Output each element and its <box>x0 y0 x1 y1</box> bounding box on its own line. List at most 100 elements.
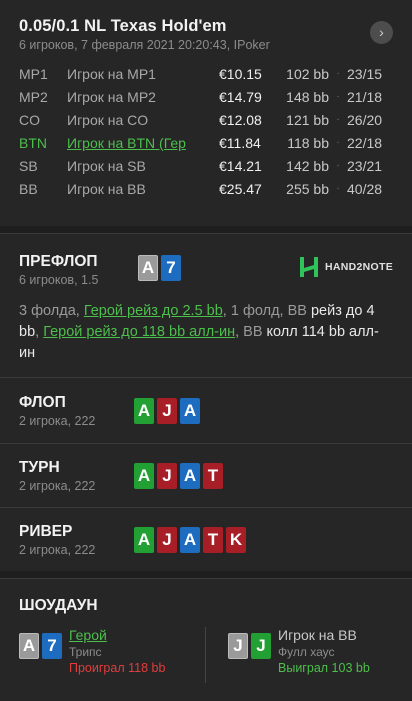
board-card: A <box>180 462 200 489</box>
hero-hand-rank: Трипс <box>69 645 102 659</box>
board-card: J <box>157 397 177 424</box>
player-name: Игрок на SB <box>67 157 146 174</box>
turn-section: ТУРН 2 игрока, 222 AJAT <box>0 443 412 507</box>
villain-showdown: JJ Игрок на BB Фулл хаус Выиграл 103 bb <box>228 627 370 683</box>
player-stack-bb: 142 bb <box>286 157 329 174</box>
player-row[interactable]: SB Игрок на SB €14.21 142 bb · 23/21 <box>19 154 393 177</box>
player-row[interactable]: MP1 Игрок на MP1 €10.15 102 bb · 23/15 <box>19 62 393 85</box>
player-stack-bb: 121 bb <box>286 111 329 128</box>
board-card: A <box>134 397 154 424</box>
player-stack: €12.08 <box>219 111 262 128</box>
player-name: Игрок на MP2 <box>67 88 156 105</box>
hand2note-logo[interactable]: HAND2NOTE <box>299 256 393 278</box>
hero-action: Герой рейз до 118 bb алл-ин <box>43 324 236 340</box>
preflop-subtitle: 6 игроков, 1.5 <box>19 273 99 287</box>
river-subtitle: 2 игрока, 222 <box>19 542 96 557</box>
board-card: A <box>180 397 200 424</box>
separator-dot: · <box>336 68 340 79</box>
river-section: РИВЕР 2 игрока, 222 AJATK <box>0 507 412 571</box>
hand2note-label: HAND2NOTE <box>324 261 393 273</box>
showdown-title: ШОУДАУН <box>19 597 98 614</box>
hero-result: Проиграл 118 bb <box>69 661 166 675</box>
board-card: A <box>134 526 154 553</box>
player-stats: 26/20 <box>347 111 383 128</box>
player-name: Игрок на BTN (Гер <box>67 134 186 151</box>
showdown-divider <box>205 627 206 683</box>
action-player: BB <box>287 303 307 319</box>
turn-subtitle: 2 игрока, 222 <box>19 478 96 493</box>
player-position: SB <box>19 157 38 174</box>
player-stats: 23/15 <box>347 65 383 82</box>
hero-card: A <box>19 633 39 659</box>
hero-showdown: A7 Герой Трипс Проиграл 118 bb <box>19 627 205 683</box>
hero-card: 7 <box>161 255 181 281</box>
board-card: T <box>203 462 223 489</box>
villain-result: Выиграл 103 bb <box>278 661 370 675</box>
chevron-right-icon[interactable]: › <box>370 21 393 44</box>
separator-dot: · <box>336 114 340 125</box>
hand-header: 0.05/0.1 NL Texas Hold'em 6 игроков, 7 ф… <box>0 0 412 226</box>
player-stats: 22/18 <box>347 134 383 151</box>
hand2note-icon <box>299 256 319 278</box>
player-position: CO <box>19 111 40 128</box>
player-stats: 40/28 <box>347 180 383 197</box>
hand-subtitle: 6 игроков, 7 февраля 2021 20:20:43, IPok… <box>19 38 270 52</box>
action-player: BB <box>243 324 263 340</box>
preflop-title: ПРЕФЛОП <box>19 253 98 270</box>
player-stack: €10.15 <box>219 65 262 82</box>
player-row-hero[interactable]: BTN Игрок на BTN (Гер €11.84 118 bb · 22… <box>19 131 393 154</box>
player-stats: 23/21 <box>347 157 383 174</box>
hand-title: 0.05/0.1 NL Texas Hold'em <box>19 17 227 35</box>
villain-card: J <box>251 633 271 659</box>
player-row[interactable]: MP2 Игрок на MP2 €14.79 148 bb · 21/18 <box>19 85 393 108</box>
turn-title: ТУРН <box>19 458 60 476</box>
player-name: Игрок на CO <box>67 111 149 128</box>
player-position: BB <box>19 180 38 197</box>
action-text: , 1 фолд, <box>222 303 288 319</box>
player-row[interactable]: CO Игрок на CO €12.08 121 bb · 26/20 <box>19 108 393 131</box>
board-card: A <box>134 462 154 489</box>
player-stack: €25.47 <box>219 180 262 197</box>
player-row[interactable]: BB Игрок на BB €25.47 255 bb · 40/28 <box>19 177 393 200</box>
players-table: MP1 Игрок на MP1 €10.15 102 bb · 23/15 M… <box>19 62 393 200</box>
player-name: Игрок на MP1 <box>67 65 156 82</box>
action-text: , <box>35 324 44 340</box>
player-stack-bb: 102 bb <box>286 65 329 82</box>
separator-dot: · <box>336 160 340 171</box>
separator-dot: · <box>336 91 340 102</box>
board-card: A <box>180 526 200 553</box>
player-position: MP1 <box>19 65 48 82</box>
hero-action: Герой рейз до 2.5 bb <box>83 303 223 319</box>
player-position: MP2 <box>19 88 48 105</box>
board-card: T <box>203 526 223 553</box>
player-stack-bb: 255 bb <box>286 180 329 197</box>
player-stack-bb: 118 bb <box>287 134 329 151</box>
separator-dot: · <box>336 183 340 194</box>
player-stack: €14.79 <box>219 88 262 105</box>
board-card: J <box>157 526 177 553</box>
separator-dot: · <box>336 137 340 148</box>
board-card: J <box>157 462 177 489</box>
player-stack: €11.84 <box>219 134 261 151</box>
player-stack-bb: 148 bb <box>286 88 329 105</box>
player-name: Игрок на BB <box>67 180 146 197</box>
preflop-section: ПРЕФЛОП 6 игроков, 1.5 A7 HAND2NOTE 3 фо… <box>0 233 412 377</box>
player-stack: €14.21 <box>219 157 262 174</box>
river-title: РИВЕР <box>19 522 73 540</box>
hero-card: 7 <box>42 633 62 659</box>
showdown-section: ШОУДАУН A7 Герой Трипс Проиграл 118 bb J… <box>0 578 412 701</box>
action-text: 3 фолда, <box>19 303 84 319</box>
villain-card: J <box>228 633 248 659</box>
action-text: , <box>235 324 244 340</box>
preflop-actions: 3 фолда, Герой рейз до 2.5 bb, 1 фолд, B… <box>19 301 393 364</box>
board-card: K <box>226 526 246 553</box>
flop-title: ФЛОП <box>19 393 66 411</box>
flop-subtitle: 2 игрока, 222 <box>19 413 96 428</box>
player-stats: 21/18 <box>347 88 383 105</box>
flop-section: ФЛОП 2 игрока, 222 AJA <box>0 377 412 443</box>
hero-name-link[interactable]: Герой <box>69 627 165 643</box>
villain-hand-rank: Фулл хаус <box>278 645 335 659</box>
hero-card: A <box>138 255 158 281</box>
villain-name: Игрок на BB <box>278 627 357 643</box>
player-position: BTN <box>19 134 47 151</box>
